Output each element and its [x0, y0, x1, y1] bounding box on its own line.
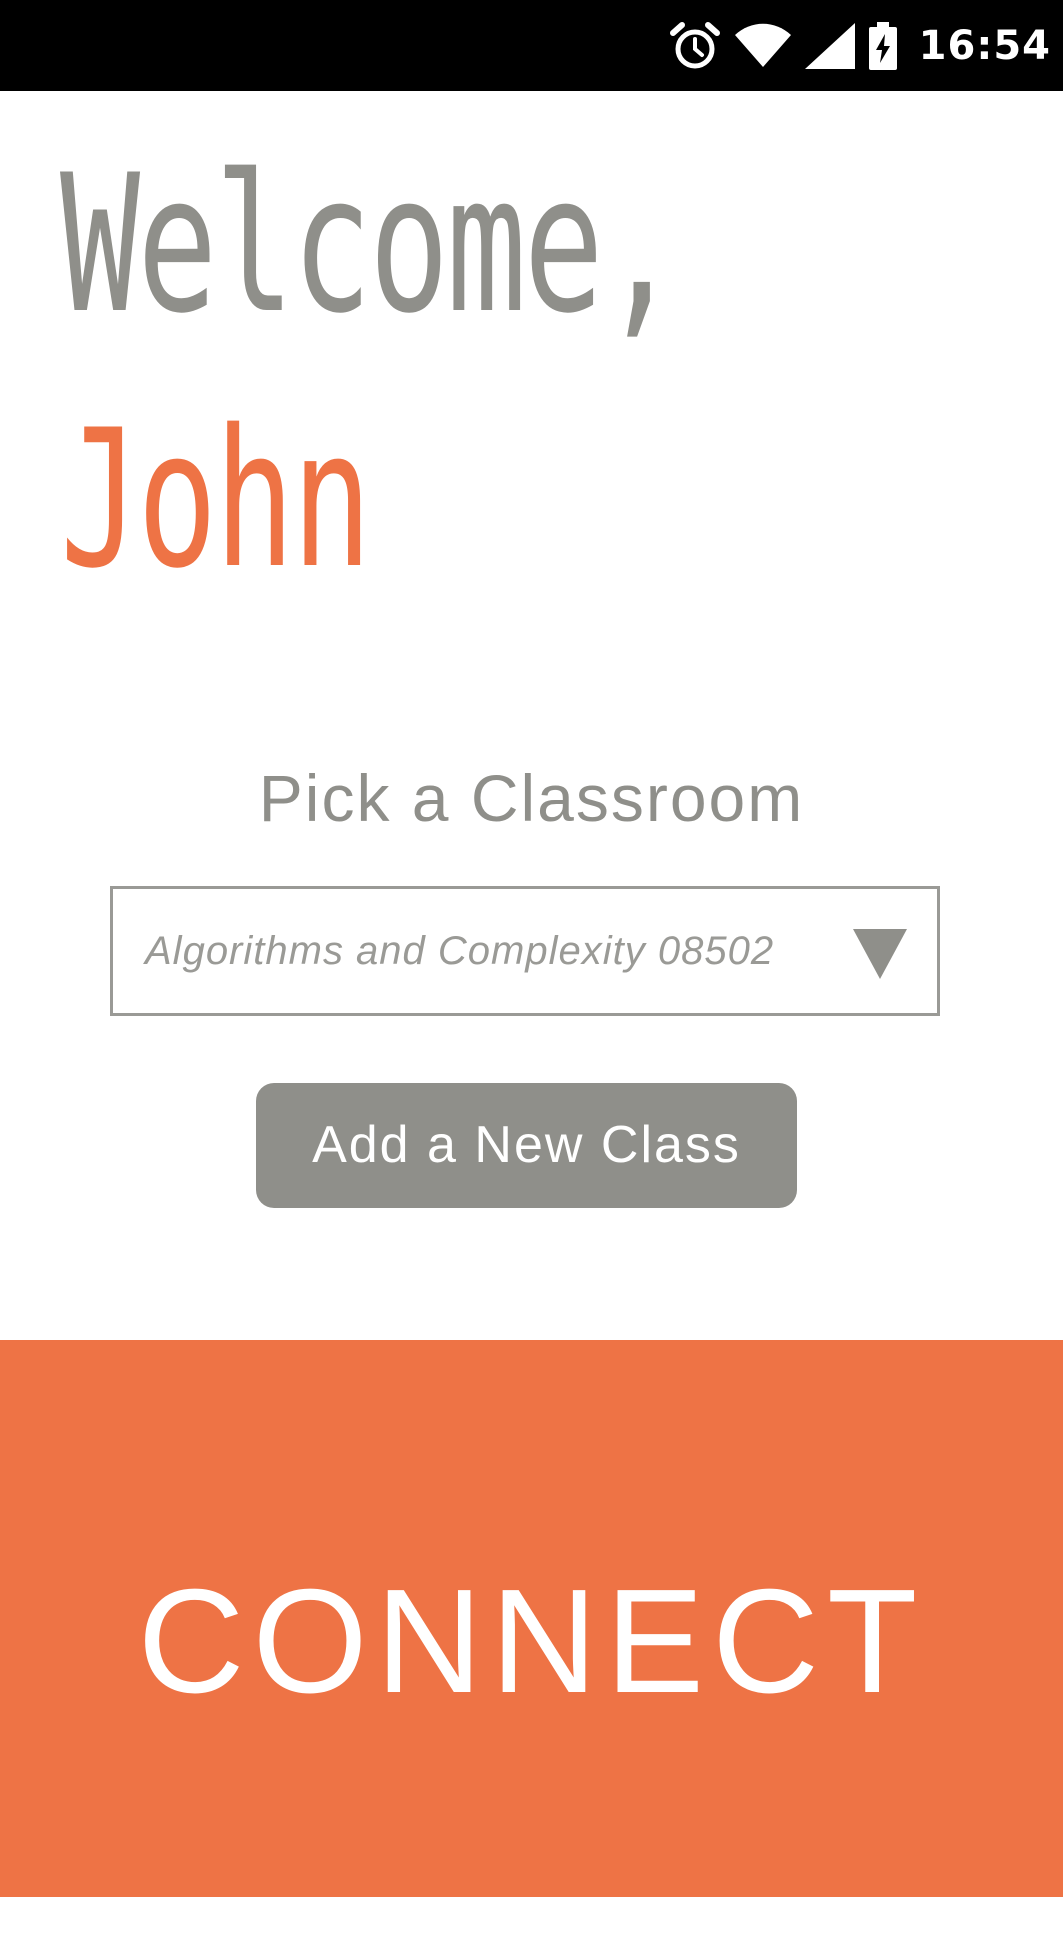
- add-new-class-button[interactable]: Add a New Class: [256, 1083, 797, 1208]
- welcome-heading: Welcome,: [60, 134, 681, 355]
- battery-charging-icon: [868, 21, 897, 70]
- pick-classroom-title: Pick a Classroom: [258, 761, 805, 835]
- connect-button[interactable]: CONNECT: [0, 1340, 1063, 1897]
- status-icons: 16:54: [669, 0, 1051, 91]
- connect-label: CONNECT: [137, 1559, 926, 1724]
- user-name: John: [60, 389, 372, 610]
- status-time: 16:54: [918, 22, 1051, 69]
- classroom-dropdown-value: Algorithms and Complexity 08502: [145, 929, 775, 973]
- alarm-icon: [669, 21, 720, 68]
- status-bar: 16:54: [0, 0, 1063, 91]
- triangle-down-icon: [853, 929, 907, 979]
- cell-signal-icon: [804, 22, 855, 69]
- wifi-icon: [734, 23, 791, 67]
- classroom-dropdown[interactable]: Algorithms and Complexity 08502: [110, 886, 940, 1016]
